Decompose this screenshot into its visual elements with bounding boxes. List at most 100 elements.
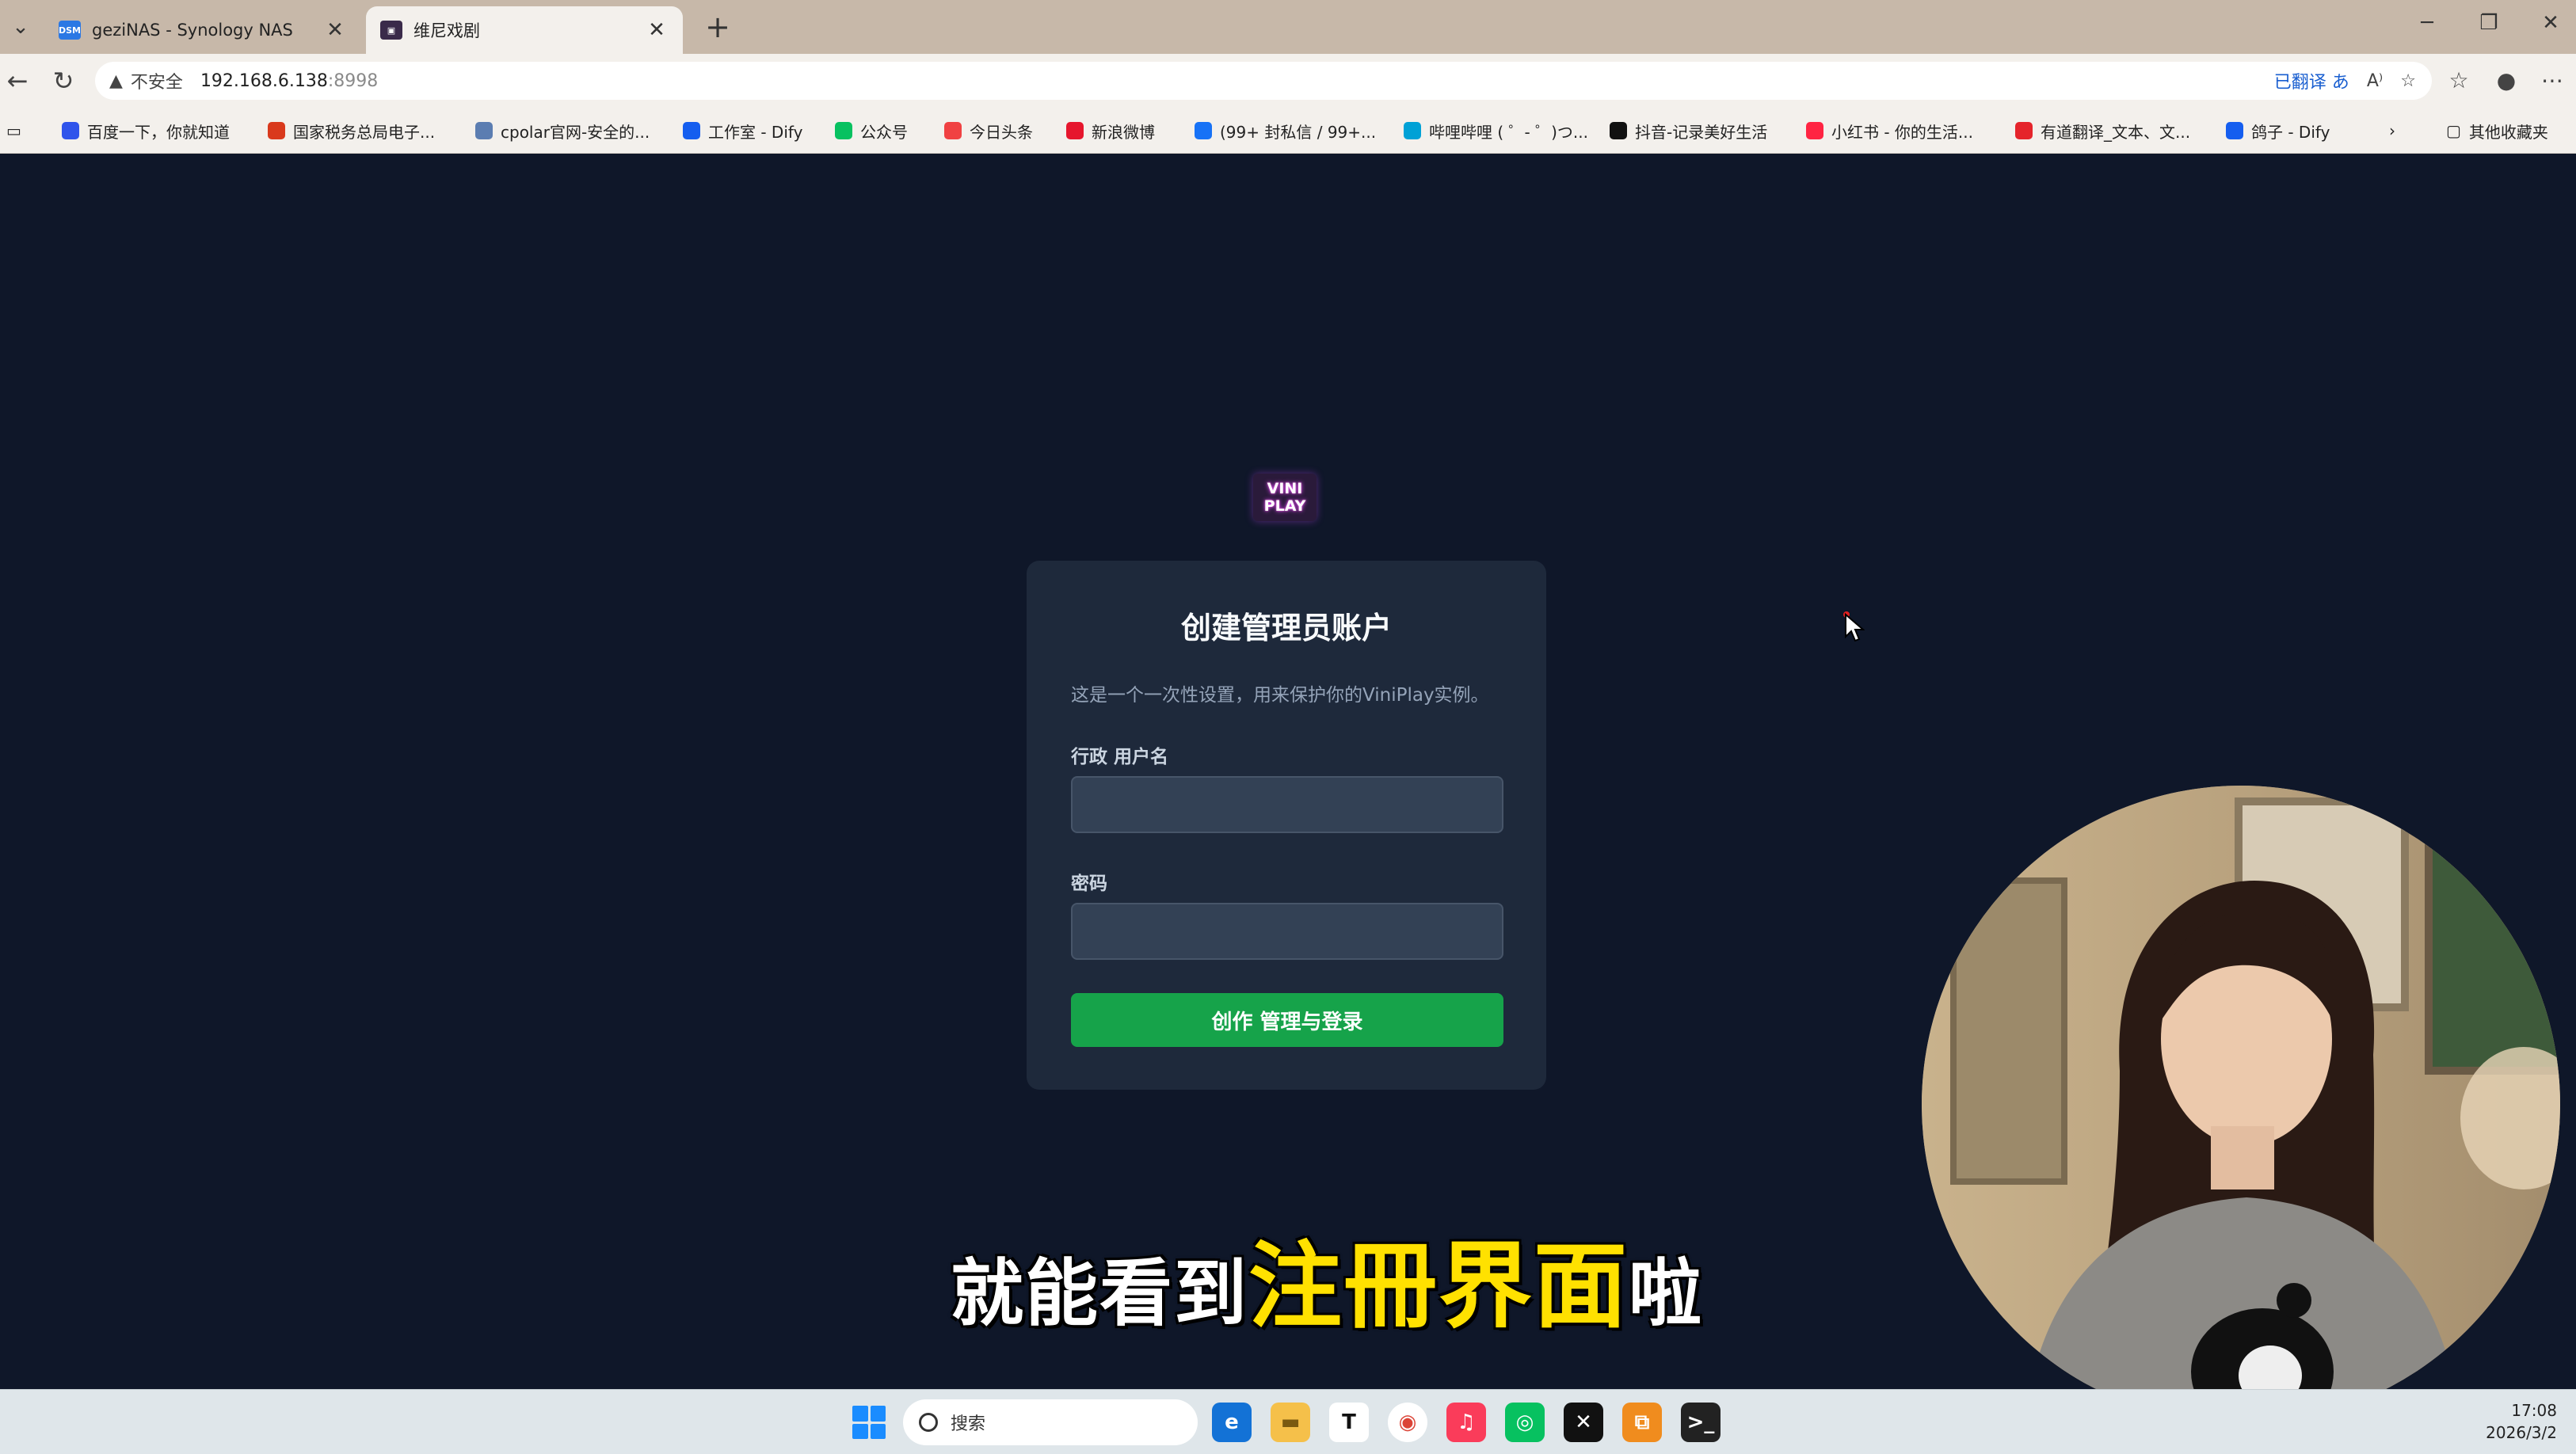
terminal-icon[interactable]: >_ — [1681, 1403, 1721, 1442]
bookmark-label: (99+ 封私信 / 99+... — [1220, 122, 1377, 142]
bookmarks-toggle-icon[interactable]: ▭ — [6, 117, 21, 144]
bookmark-item[interactable]: cpolar官网-安全的... — [475, 117, 650, 144]
bookmark-favicon-icon — [62, 122, 79, 139]
profile-avatar-icon[interactable]: ● — [2489, 65, 2524, 97]
bookmark-item[interactable]: 今日头条 — [944, 117, 1033, 144]
bookmark-item[interactable]: 抖音-记录美好生活 — [1610, 117, 1767, 144]
url-host: 192.168.6.138 — [200, 70, 328, 91]
setup-description: 这是一个一次性设置，用来保护你的ViniPlay实例。 — [1071, 685, 1489, 706]
other-bookmarks-folder[interactable]: ▢ 其他收藏夹 — [2446, 117, 2548, 144]
bookmark-item[interactable]: 新浪微博 — [1066, 117, 1155, 144]
bookmark-favicon-icon — [835, 122, 852, 139]
wechat-icon[interactable]: ◎ — [1505, 1403, 1545, 1442]
synology-favicon-icon: DSM — [59, 21, 81, 40]
bookmark-label: 国家税务总局电子... — [293, 122, 436, 142]
chrome-icon[interactable]: ◉ — [1388, 1403, 1427, 1442]
reload-button[interactable]: ↻ — [46, 65, 81, 97]
tab-close-icon[interactable]: ✕ — [323, 18, 347, 42]
bookmark-favicon-icon — [475, 122, 493, 139]
viniplay-logo: VINI PLAY — [1253, 474, 1317, 521]
page-title: 创建管理员账户 — [1180, 611, 1392, 645]
favorite-star-icon[interactable]: ☆ — [2400, 71, 2416, 91]
windows-start-icon[interactable] — [852, 1406, 886, 1439]
tab-synology-nas[interactable]: DSM geziNAS - Synology NAS ✕ — [44, 6, 361, 54]
bookmark-favicon-icon — [944, 122, 962, 139]
logo-text-line2: PLAY — [1263, 497, 1306, 515]
search-icon — [919, 1413, 938, 1432]
tab-actions-menu-button[interactable]: ⌄ — [5, 11, 36, 43]
bookmark-item[interactable]: 工作室 - Dify — [683, 117, 802, 144]
video-subtitle: 就能看到注冊界面啦 — [951, 1210, 1703, 1346]
tab-viniplay[interactable]: ▣ 维尼戏剧 ✕ — [366, 6, 683, 54]
bookmark-favicon-icon — [1066, 122, 1084, 139]
bookmark-label: 公众号 — [860, 122, 908, 142]
security-status-label[interactable]: 不安全 — [131, 68, 183, 93]
bookmark-label: 哔哩哔哩 ( ゜- ゜)つ... — [1429, 122, 1588, 142]
password-input[interactable] — [1071, 903, 1503, 960]
clock-time: 17:08 — [2511, 1401, 2557, 1420]
mouse-cursor-icon — [1843, 611, 1865, 642]
typora-icon[interactable]: T — [1329, 1403, 1369, 1442]
viniplay-favicon-icon: ▣ — [380, 21, 402, 40]
bookmark-item[interactable]: 有道翻译_文本、文... — [2015, 117, 2190, 144]
bookmark-favicon-icon — [1610, 122, 1627, 139]
capcut-icon[interactable]: ✕ — [1564, 1403, 1603, 1442]
new-tab-button[interactable]: + — [700, 11, 735, 43]
taskbar-search-box[interactable]: 搜索 — [903, 1399, 1198, 1445]
bookmark-label: cpolar官网-安全的... — [501, 122, 650, 142]
bookmark-label: 小红书 - 你的生活... — [1831, 122, 1974, 142]
restore-window-button[interactable]: ❐ — [2465, 11, 2513, 35]
tab-title: 维尼戏剧 — [413, 21, 480, 40]
username-label: 行政 用户名 — [1071, 747, 1169, 767]
back-button[interactable]: ← — [0, 65, 35, 97]
bookmark-label: 有道翻译_文本、文... — [2041, 122, 2191, 142]
translated-indicator[interactable]: 已翻译 あ — [2274, 68, 2349, 93]
favorites-icon[interactable]: ☆ — [2441, 65, 2476, 97]
tab-title: geziNAS - Synology NAS — [92, 21, 293, 40]
bookmark-label: 百度一下，你就知道 — [87, 122, 230, 142]
create-admin-card: 创建管理员账户 这是一个一次性设置，用来保护你的ViniPlay实例。 行政 用… — [1027, 561, 1546, 1090]
file-explorer-icon[interactable]: ▬ — [1271, 1403, 1310, 1442]
url-actions: 已翻译 あ A⁾ ☆ — [2274, 62, 2416, 100]
bookmark-label: 抖音-记录美好生活 — [1635, 122, 1768, 142]
bookmark-item[interactable]: (99+ 封私信 / 99+... — [1195, 117, 1376, 144]
music-app-icon[interactable]: ♫ — [1446, 1403, 1486, 1442]
password-label: 密码 — [1071, 874, 1107, 894]
minimize-window-button[interactable]: ─ — [2403, 11, 2451, 35]
bookmark-favicon-icon — [1404, 122, 1421, 139]
subtitle-highlight: 注冊界面 — [1248, 1231, 1629, 1341]
bookmark-label: 工作室 - Dify — [708, 122, 803, 142]
bookmark-item[interactable]: 公众号 — [835, 117, 908, 144]
bookmarks-overflow-chevron-icon[interactable]: › — [2389, 117, 2395, 144]
bookmark-favicon-icon — [2015, 122, 2033, 139]
address-bar-row: ← ↻ ▲ 不安全 192.168.6.138 :8998 已翻译 あ A⁾ ☆… — [0, 54, 2576, 108]
bookmark-label: 新浪微博 — [1092, 122, 1155, 142]
system-clock[interactable]: 17:08 2026/3/2 — [2486, 1399, 2557, 1444]
tab-close-icon[interactable]: ✕ — [645, 18, 669, 42]
username-input[interactable] — [1071, 776, 1503, 833]
url-field[interactable]: ▲ 不安全 192.168.6.138 :8998 已翻译 あ A⁾ ☆ — [95, 62, 2432, 100]
clock-date: 2026/3/2 — [2486, 1423, 2557, 1442]
bookmark-item[interactable]: 鸽子 - Dify — [2226, 117, 2330, 144]
translated-label: 已翻译 — [2273, 73, 2326, 93]
close-window-button[interactable]: ✕ — [2527, 11, 2574, 35]
bookmark-item[interactable]: 哔哩哔哩 ( ゜- ゜)つ... — [1404, 117, 1588, 144]
presenter-video-image — [1922, 786, 2560, 1424]
read-aloud-icon[interactable]: A⁾ — [2367, 71, 2383, 91]
bookmark-favicon-icon — [1195, 122, 1212, 139]
windows-taskbar: 搜索 e ▬ T ◉ ♫ ◎ ✕ ⧉ >_ 17:08 2026/3/2 — [0, 1389, 2576, 1454]
bookmark-label: 鸽子 - Dify — [2251, 122, 2330, 142]
edge-browser-icon[interactable]: e — [1212, 1403, 1252, 1442]
bookmark-item[interactable]: 小红书 - 你的生活... — [1806, 117, 1973, 144]
bookmark-item[interactable]: 百度一下，你就知道 — [62, 117, 230, 144]
bookmark-favicon-icon — [1806, 122, 1823, 139]
bookmark-favicon-icon — [268, 122, 285, 139]
other-bookmarks-label: 其他收藏夹 — [2468, 122, 2548, 142]
logo-text-line1: VINI — [1267, 480, 1303, 497]
folder-icon: ▢ — [2446, 121, 2461, 140]
remote-desktop-icon[interactable]: ⧉ — [1622, 1403, 1662, 1442]
create-admin-login-button[interactable]: 创作 管理与登录 — [1071, 993, 1503, 1047]
more-menu-icon[interactable]: ⋯ — [2535, 65, 2570, 97]
bookmark-item[interactable]: 国家税务总局电子... — [268, 117, 435, 144]
subtitle-suffix: 啦 — [1629, 1251, 1704, 1336]
